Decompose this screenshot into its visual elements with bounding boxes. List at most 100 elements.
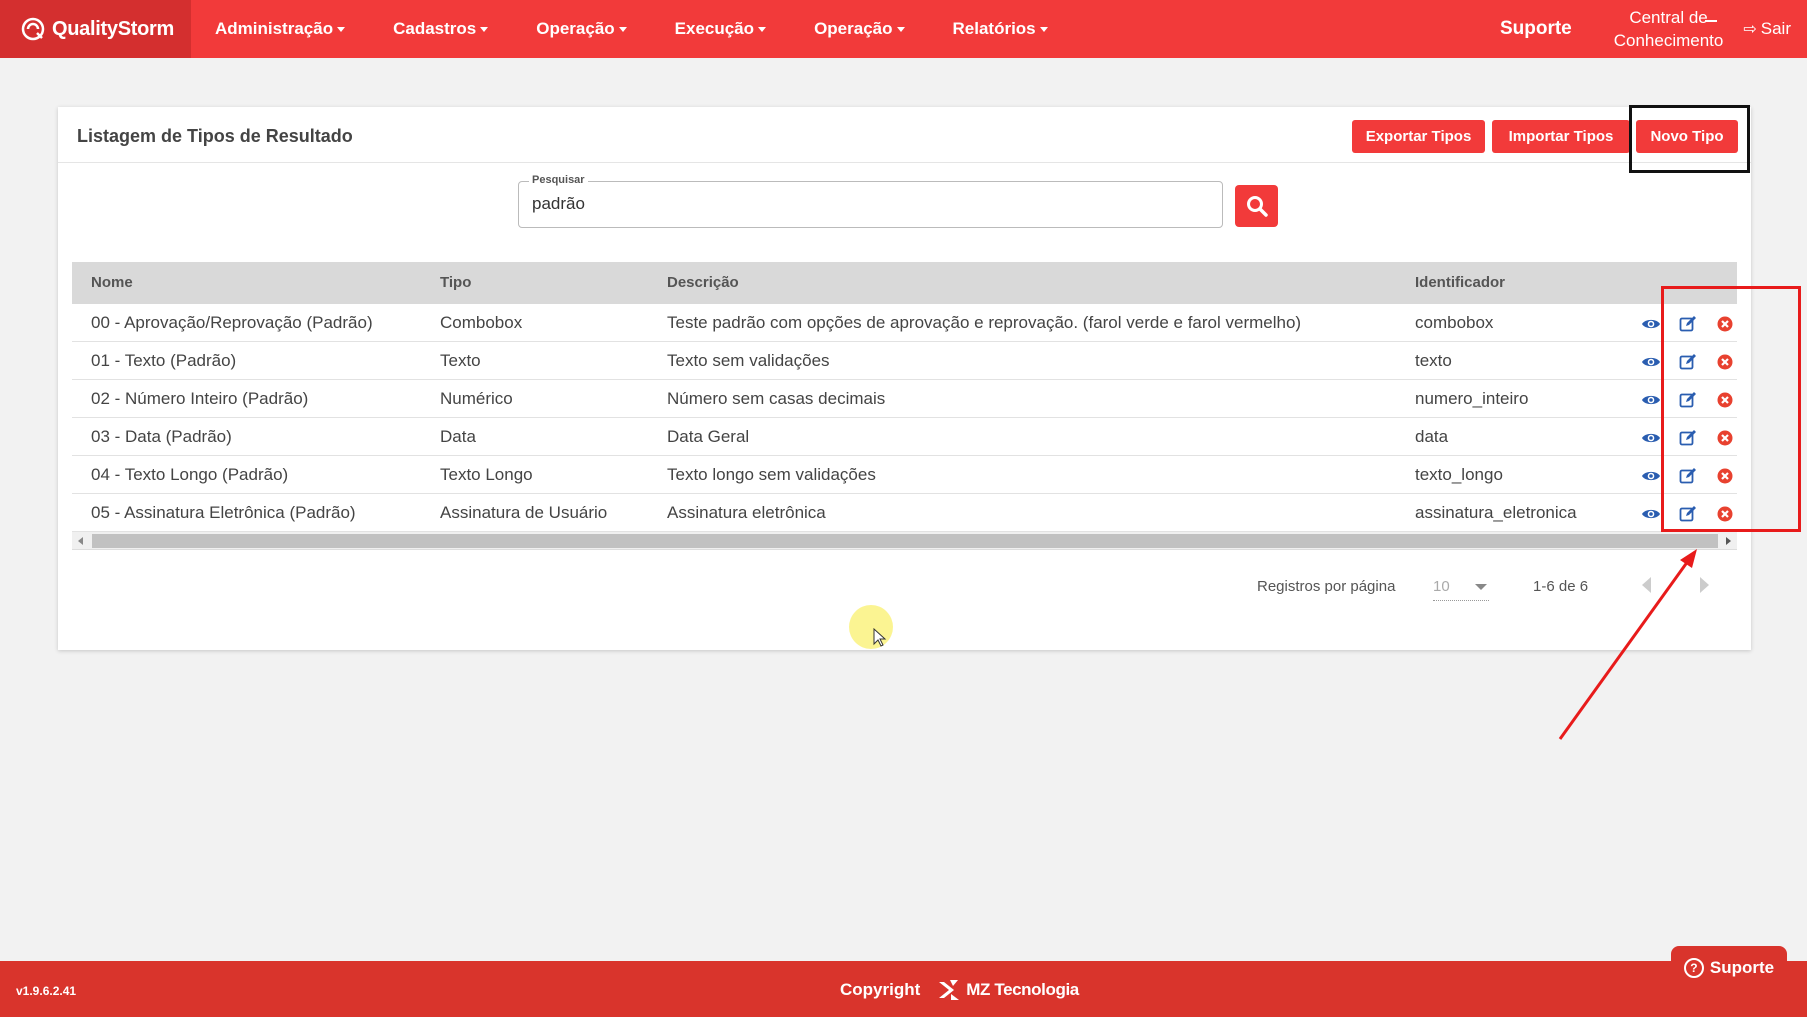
cell-identificador: assinatura_eletronica: [1415, 503, 1577, 522]
menu-operacao-1[interactable]: Operação: [536, 19, 627, 39]
dropdown-arrow-icon: [1475, 584, 1487, 590]
horizontal-scrollbar[interactable]: [72, 532, 1737, 550]
view-icon[interactable]: [1640, 466, 1662, 486]
table-row[interactable]: 04 - Texto Longo (Padrão) Texto Longo Text…: [72, 456, 1737, 494]
cell-descricao: Texto sem validações: [667, 351, 830, 370]
cell-nome: 05 - Assinatura Eletrônica (Padrão): [91, 503, 356, 522]
table-body: 00 - Aprovação/Reprovação (Padrão) Combob…: [72, 304, 1737, 532]
result-types-table: Nome Tipo Descrição Identificador 00 - A…: [72, 262, 1737, 550]
menu-label: Administração: [215, 19, 334, 38]
search-field: Pesquisar: [518, 174, 1223, 228]
menu-label: Operação: [536, 19, 615, 38]
scrollbar-thumb[interactable]: [92, 534, 1718, 548]
view-icon[interactable]: [1640, 314, 1662, 334]
card-header: Listagem de Tipos de Resultado Exportar …: [58, 105, 1751, 173]
cell-nome: 00 - Aprovação/Reprovação (Padrão): [91, 313, 373, 332]
cell-identificador: texto_longo: [1415, 465, 1503, 484]
scroll-left-icon[interactable]: [78, 537, 83, 545]
central-conhecimento-link[interactable]: Central de Conhecimento: [1614, 6, 1724, 52]
footer: v1.9.6.2.41 Copyright MZ Tecnologia: [0, 961, 1807, 1017]
menu-execucao[interactable]: Execução: [674, 19, 767, 39]
search-icon: [1246, 196, 1268, 217]
menu-relatorios[interactable]: Relatórios: [953, 19, 1048, 39]
highlight-box-actions: [1661, 286, 1801, 532]
table-row[interactable]: 02 - Número Inteiro (Padrão) Numérico Núme…: [72, 380, 1737, 418]
caret-down-icon: [896, 26, 905, 32]
table-header: Nome Tipo Descrição Identificador: [72, 262, 1737, 304]
menu-label: Relatórios: [952, 19, 1036, 38]
cell-nome: 01 - Texto (Padrão): [91, 351, 237, 370]
menu-label: Execução: [674, 19, 755, 38]
export-types-button[interactable]: Exportar Tipos: [1352, 120, 1485, 153]
import-types-button[interactable]: Importar Tipos: [1492, 120, 1630, 153]
cell-nome: 03 - Data (Padrão): [91, 427, 232, 446]
logo-icon: [21, 17, 45, 41]
cell-identificador: texto: [1415, 351, 1452, 370]
central-line2: Conhecimento: [1613, 31, 1724, 50]
header-identificador[interactable]: Identificador: [1415, 274, 1505, 291]
logout-label: Sair: [1760, 19, 1791, 38]
mz-logo-icon: [939, 980, 960, 1000]
table-row[interactable]: 05 - Assinatura Eletrônica (Padrão) Assin…: [72, 494, 1737, 532]
header-tipo[interactable]: Tipo: [440, 274, 471, 291]
highlight-box-new-type: [1629, 105, 1750, 173]
view-icon[interactable]: [1640, 428, 1662, 448]
help-icon: ?: [1683, 957, 1704, 978]
top-right-nav: Suporte Central de Conhecimento ⇨ Sair: [1500, 0, 1807, 58]
rows-per-page-select[interactable]: 10: [1433, 569, 1489, 601]
header-descricao[interactable]: Descrição: [667, 274, 739, 291]
floating-support-label: Suporte: [1709, 957, 1775, 977]
menu-operacao-2[interactable]: Operação: [814, 19, 905, 39]
cell-descricao: Assinatura eletrônica: [667, 503, 826, 522]
company-name: MZ Tecnologia: [966, 980, 1079, 999]
cell-tipo: Numérico: [440, 389, 513, 408]
search-button[interactable]: [1235, 185, 1278, 227]
table-row[interactable]: 01 - Texto (Padrão) Texto Texto sem valida…: [72, 342, 1737, 380]
cell-identificador: data: [1415, 427, 1449, 446]
view-icon[interactable]: [1640, 390, 1662, 410]
rows-per-page-label: Registros por página: [1257, 578, 1396, 595]
cell-identificador: combobox: [1415, 313, 1494, 332]
table-row[interactable]: 00 - Aprovação/Reprovação (Padrão) Combob…: [72, 304, 1737, 342]
cell-tipo: Texto Longo: [440, 465, 533, 484]
company-logo: MZ Tecnologia: [936, 978, 1079, 1002]
suporte-link[interactable]: Suporte: [1500, 18, 1572, 40]
cell-tipo: Texto: [440, 351, 481, 370]
table-row[interactable]: 03 - Data (Padrão) Data Data Geral data: [72, 418, 1737, 456]
menu-label: Cadastros: [393, 19, 477, 38]
caret-down-icon: [1039, 26, 1048, 32]
logout-button[interactable]: ⇨ Sair: [1743, 19, 1791, 39]
minimize-icon: [1705, 20, 1717, 22]
header-nome[interactable]: Nome: [91, 274, 133, 291]
cell-tipo: Assinatura de Usuário: [440, 503, 608, 522]
floating-support-button[interactable]: ? Suporte: [1671, 946, 1787, 989]
rows-per-page-value: 10: [1433, 578, 1450, 595]
cell-tipo: Data: [440, 427, 476, 446]
app-logo[interactable]: QualityStorm: [0, 0, 191, 58]
menu-administracao[interactable]: Administração: [215, 19, 346, 39]
top-navbar: QualityStorm Administração Cadastros Ope…: [0, 0, 1807, 58]
next-page-icon[interactable]: [1700, 577, 1709, 593]
cell-descricao: Número sem casas decimais: [667, 389, 886, 408]
prev-page-icon[interactable]: [1642, 577, 1651, 593]
search-input[interactable]: [532, 194, 1192, 214]
caret-down-icon: [337, 26, 346, 32]
page-title: Listagem de Tipos de Resultado: [77, 126, 353, 146]
cell-descricao: Data Geral: [667, 427, 750, 446]
cell-descricao: Teste padrão com opções de aprovação e r…: [667, 313, 1302, 332]
pagination-range: 1-6 de 6: [1533, 578, 1589, 595]
cell-nome: 02 - Número Inteiro (Padrão): [91, 389, 309, 408]
central-line1: Central de: [1629, 8, 1708, 27]
cell-tipo: Combobox: [440, 313, 523, 332]
scroll-right-icon[interactable]: [1726, 537, 1731, 545]
copyright-text: Copyright: [840, 980, 921, 999]
menu-cadastros[interactable]: Cadastros: [393, 19, 489, 39]
view-icon[interactable]: [1640, 352, 1662, 372]
view-icon[interactable]: [1640, 504, 1662, 524]
cell-descricao: Texto longo sem validações: [667, 465, 876, 484]
logo-text: QualityStorm: [52, 17, 174, 40]
version-text: v1.9.6.2.41: [16, 984, 77, 998]
copyright: Copyright MZ Tecnologia: [840, 978, 1079, 1002]
menu-label: Operação: [814, 19, 893, 38]
caret-down-icon: [758, 26, 767, 32]
